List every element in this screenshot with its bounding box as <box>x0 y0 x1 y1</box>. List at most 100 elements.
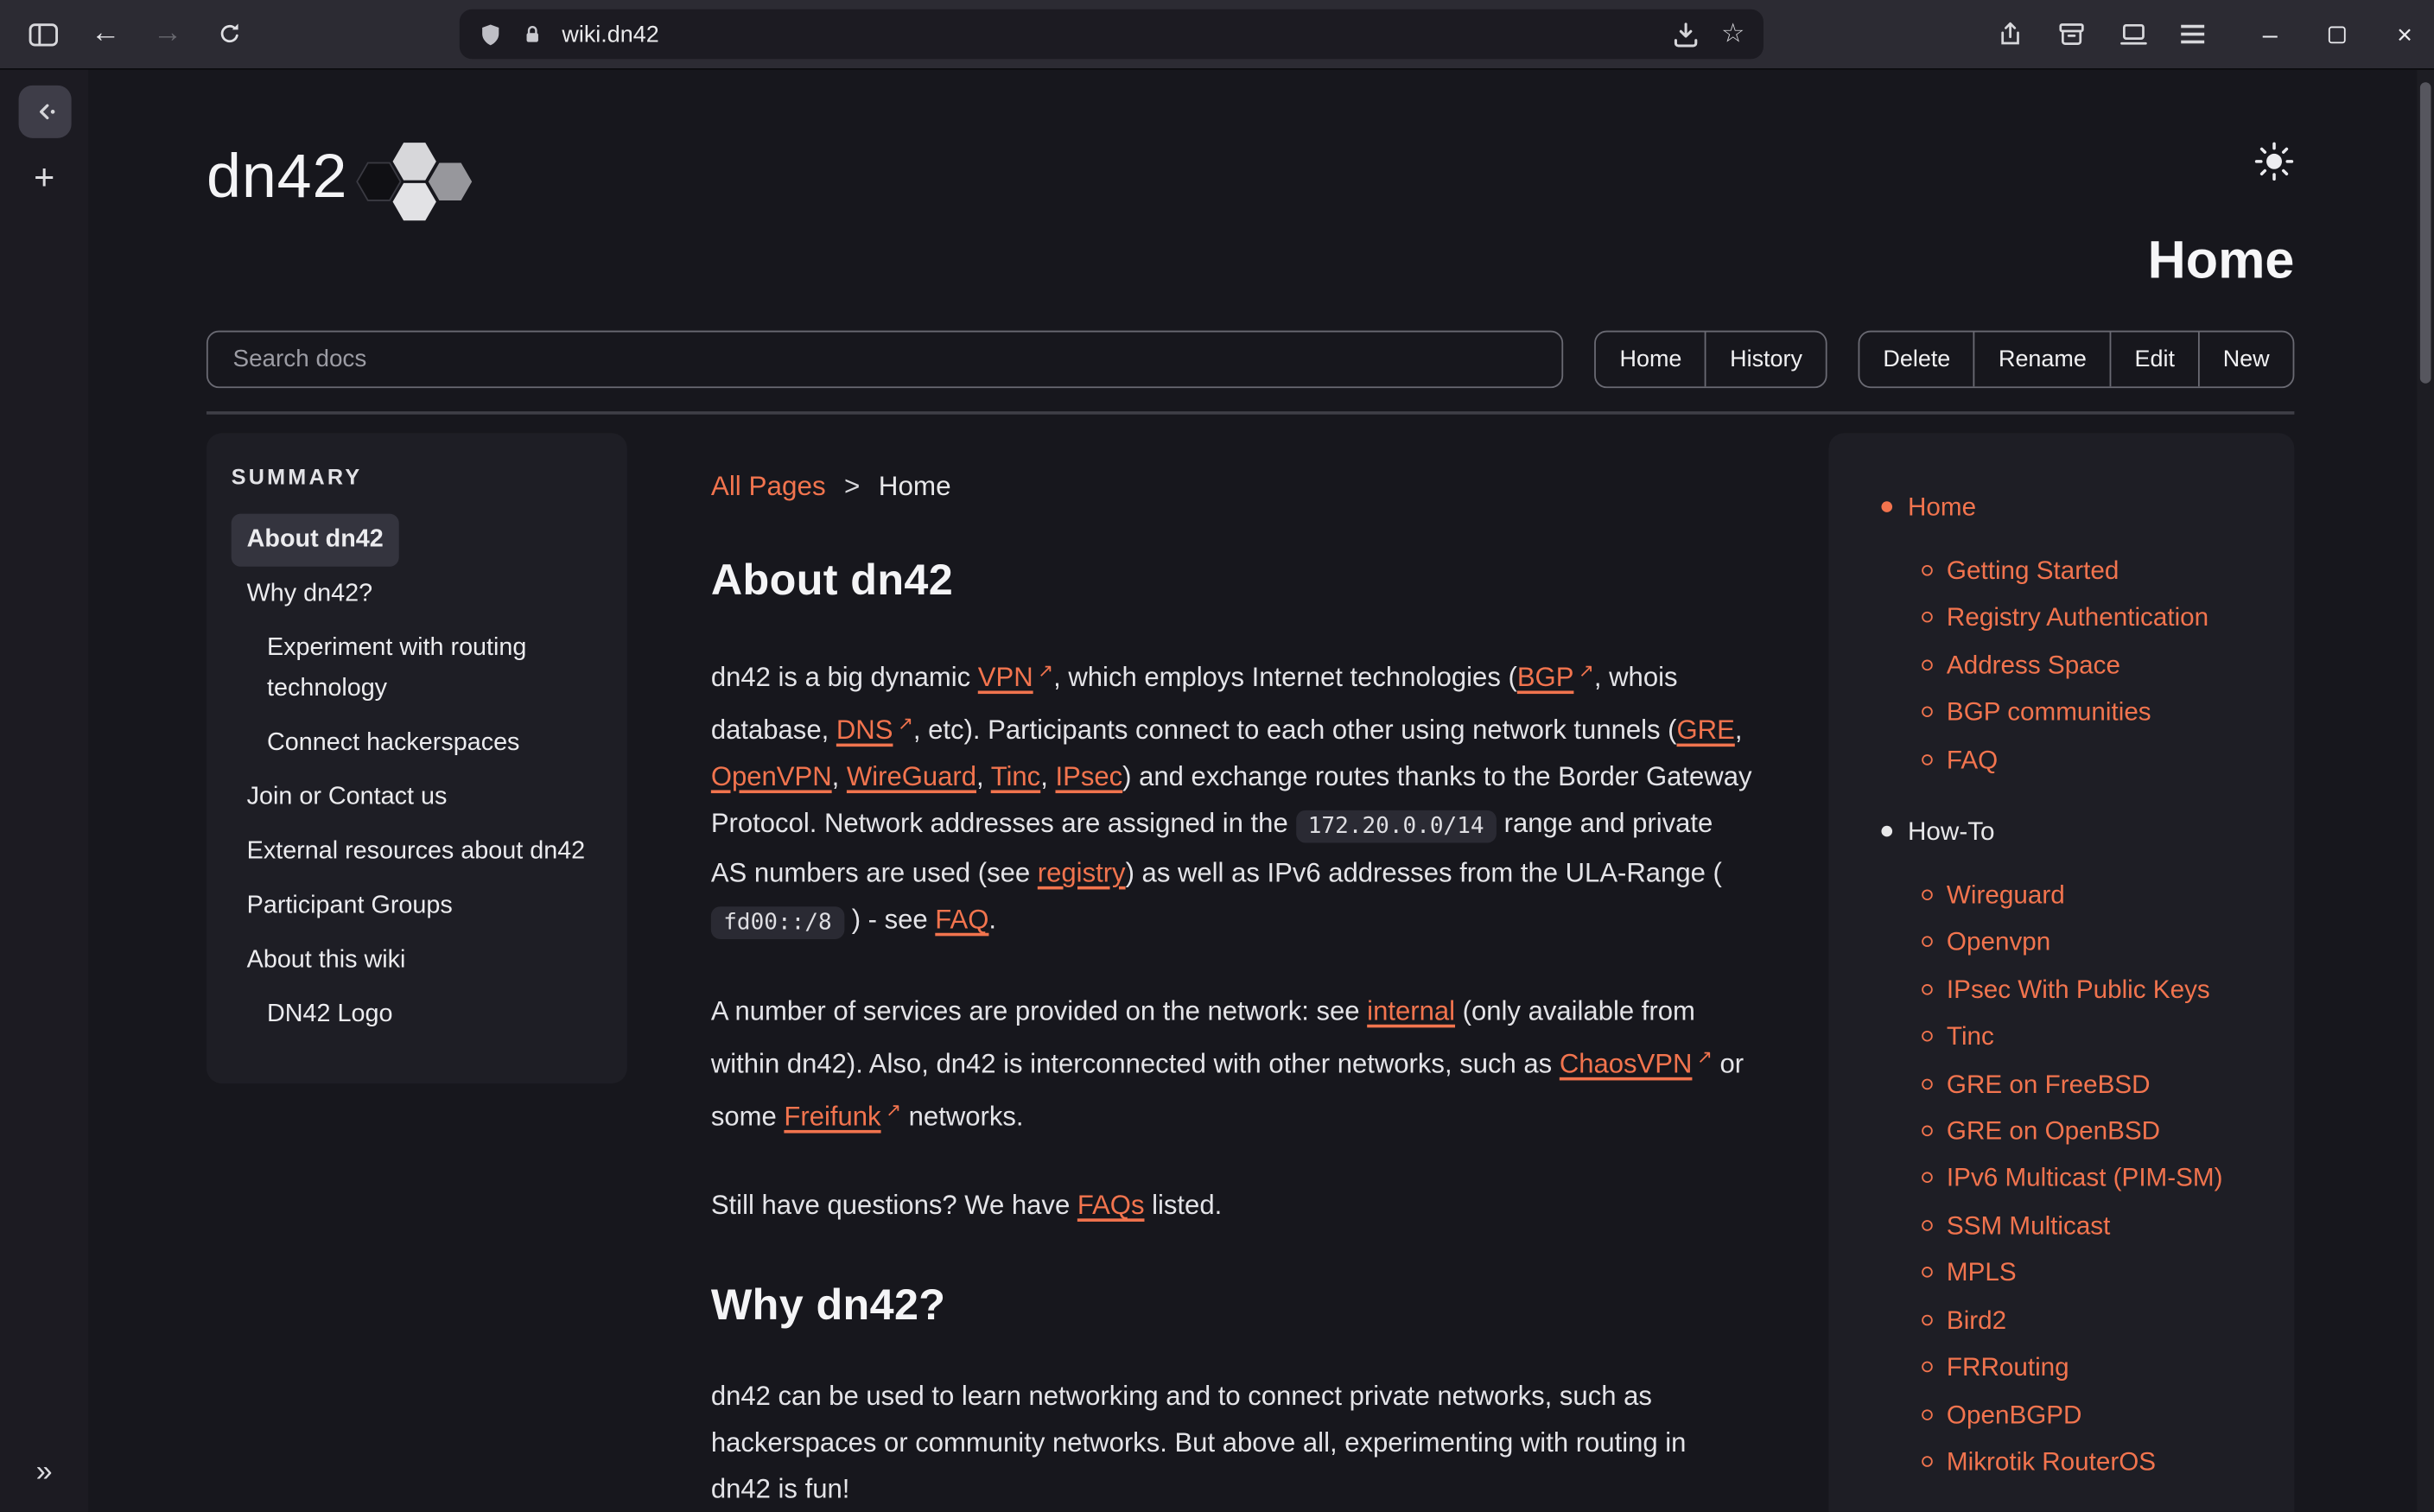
code-span: 172.20.0.0/14 <box>1295 810 1497 842</box>
summary-title: SUMMARY <box>232 464 602 489</box>
paragraph: Still have questions? We have FAQs liste… <box>711 1181 1753 1228</box>
paragraph: dn42 can be used to learn networking and… <box>711 1372 1753 1512</box>
inline-link[interactable]: registry <box>1038 857 1126 888</box>
right-nav-item[interactable]: How-To <box>1881 810 2275 854</box>
summary-item[interactable]: Connect hackerspaces <box>251 717 535 770</box>
inline-link[interactable]: DNS↗ <box>836 714 913 745</box>
tabs-sidebar-button[interactable] <box>22 12 65 55</box>
header-divider <box>207 411 2294 415</box>
right-nav-sublist: Getting StartedRegistry AuthenticationAd… <box>1853 548 2276 784</box>
wiki-page: dn42 <box>88 70 2434 1512</box>
right-nav-subitem[interactable]: Tinc <box>1922 1014 2276 1062</box>
summary-item[interactable]: About this wiki <box>232 935 422 988</box>
right-nav-subitem[interactable]: IPv6 Multicast (PIM-SM) <box>1922 1156 2276 1204</box>
inline-link[interactable]: BGP↗ <box>1517 661 1594 692</box>
button-delete[interactable]: Delete <box>1859 332 1973 386</box>
external-link-icon: ↗ <box>1038 647 1053 694</box>
url-bar[interactable]: wiki.dn42 ☆ <box>460 10 1764 59</box>
reload-button[interactable] <box>208 12 251 55</box>
summary-panel: SUMMARY About dn42Why dn42?Experiment wi… <box>207 433 627 1083</box>
right-nav-subitem[interactable]: FRRouting <box>1922 1344 2276 1392</box>
summary-item[interactable]: Experiment with routing technology <box>251 622 602 715</box>
inline-link[interactable]: FAQ <box>935 904 988 935</box>
display-icon[interactable] <box>2119 20 2148 48</box>
right-nav-sublabel: Openvpn <box>1947 919 2050 967</box>
right-nav-subitem[interactable]: FAQ <box>1922 737 2276 785</box>
inline-link[interactable]: Freifunk↗ <box>784 1101 901 1132</box>
right-nav-subitem[interactable]: SSM Multicast <box>1922 1203 2276 1250</box>
button-home[interactable]: Home <box>1597 332 1706 386</box>
inline-link[interactable]: internal <box>1367 995 1455 1026</box>
right-nav-subitem[interactable]: OpenBGPD <box>1922 1392 2276 1439</box>
right-nav: Home Getting StartedRegistry Authenticati… <box>1853 486 2276 1486</box>
inline-link[interactable]: WireGuard <box>847 760 976 791</box>
summary-item[interactable]: External resources about dn42 <box>232 826 601 879</box>
right-nav-subitem[interactable]: Mikrotik RouterOS <box>1922 1439 2276 1486</box>
inline-link[interactable]: OpenVPN <box>711 760 832 791</box>
scrollbar-thumb[interactable] <box>2420 82 2431 384</box>
menu-icon[interactable] <box>2180 24 2203 43</box>
archive-box-icon[interactable] <box>2056 20 2086 48</box>
bookmark-star-icon[interactable]: ☆ <box>1721 19 1744 50</box>
download-icon[interactable] <box>1671 21 1699 48</box>
right-nav-subitem[interactable]: MPLS <box>1922 1250 2276 1298</box>
site-logo[interactable]: dn42 <box>207 129 475 225</box>
circle-bullet-icon <box>1922 565 1933 576</box>
right-nav-subitem[interactable]: GRE on OpenBSD <box>1922 1109 2276 1156</box>
inline-link[interactable]: Tinc <box>991 760 1041 791</box>
summary-item[interactable]: Participant Groups <box>232 880 468 933</box>
new-tab-button[interactable]: + <box>34 160 54 195</box>
right-nav-subitem[interactable]: Wireguard <box>1922 873 2276 920</box>
breadcrumb-link[interactable]: All Pages <box>711 470 826 501</box>
button-rename[interactable]: Rename <box>1973 332 2110 386</box>
right-nav-subitem[interactable]: IPsec With Public Keys <box>1922 967 2276 1014</box>
circle-bullet-icon <box>1922 1126 1933 1137</box>
hexagon-logo-icon <box>354 129 475 225</box>
theme-toggle-button[interactable] <box>2254 141 2295 181</box>
minimize-button[interactable]: – <box>2263 21 2278 48</box>
circle-bullet-icon <box>1922 1456 1933 1467</box>
maximize-button[interactable] <box>2329 26 2346 43</box>
right-nav-sublabel: OpenBGPD <box>1947 1392 2082 1439</box>
right-nav-subitem[interactable]: Address Space <box>1922 642 2276 689</box>
button-history[interactable]: History <box>1705 332 1826 386</box>
right-nav-subitem[interactable]: Getting Started <box>1922 548 2276 595</box>
right-nav-subitem[interactable]: Bird2 <box>1922 1297 2276 1344</box>
close-button[interactable]: × <box>2397 21 2412 48</box>
circle-bullet-icon <box>1922 1362 1933 1373</box>
right-nav-subitem[interactable]: BGP communities <box>1922 689 2276 737</box>
logo-text: dn42 <box>207 142 347 212</box>
search-input[interactable] <box>207 331 1564 388</box>
external-link-icon: ↗ <box>886 1087 901 1134</box>
section-heading: About dn42 <box>711 556 1753 605</box>
inline-link[interactable]: VPN↗ <box>978 661 1053 692</box>
action-button-group: DeleteRenameEditNew <box>1859 331 2295 388</box>
inline-link[interactable]: IPsec <box>1055 760 1122 791</box>
summary-item[interactable]: Join or Contact us <box>232 772 463 824</box>
button-new[interactable]: New <box>2198 332 2293 386</box>
right-nav-subitem[interactable]: Registry Authentication <box>1922 595 2276 643</box>
share-icon[interactable] <box>1996 20 2024 48</box>
inline-link[interactable]: ChaosVPN↗ <box>1560 1048 1713 1079</box>
browser-window: ← → wiki.dn42 ☆ <box>0 0 2434 1512</box>
right-nav-sublabel: SSM Multicast <box>1947 1203 2110 1250</box>
page-title: Home <box>207 232 2294 290</box>
forward-button[interactable]: → <box>146 12 189 55</box>
back-button[interactable]: ← <box>84 12 127 55</box>
navigation-controls: ← → <box>0 12 251 55</box>
right-nav-item[interactable]: Home <box>1881 486 2275 529</box>
inline-link[interactable]: GRE <box>1677 714 1735 745</box>
scrollbar[interactable] <box>2417 70 2434 1512</box>
summary-item[interactable]: About dn42 <box>232 514 399 567</box>
page-header: dn42 <box>207 129 2294 228</box>
right-nav-subitem[interactable]: GRE on FreeBSD <box>1922 1061 2276 1109</box>
summary-item[interactable]: Why dn42? <box>232 569 388 621</box>
summary-item[interactable]: DN42 Logo <box>251 988 408 1041</box>
expand-sidebar-button[interactable]: » <box>36 1456 53 1490</box>
lock-icon <box>522 22 543 47</box>
button-edit[interactable]: Edit <box>2110 332 2198 386</box>
right-nav-sublabel: Address Space <box>1947 642 2120 689</box>
inline-link[interactable]: FAQs <box>1077 1189 1145 1220</box>
right-nav-subitem[interactable]: Openvpn <box>1922 919 2276 967</box>
sidebar-tool-button[interactable] <box>18 86 71 138</box>
